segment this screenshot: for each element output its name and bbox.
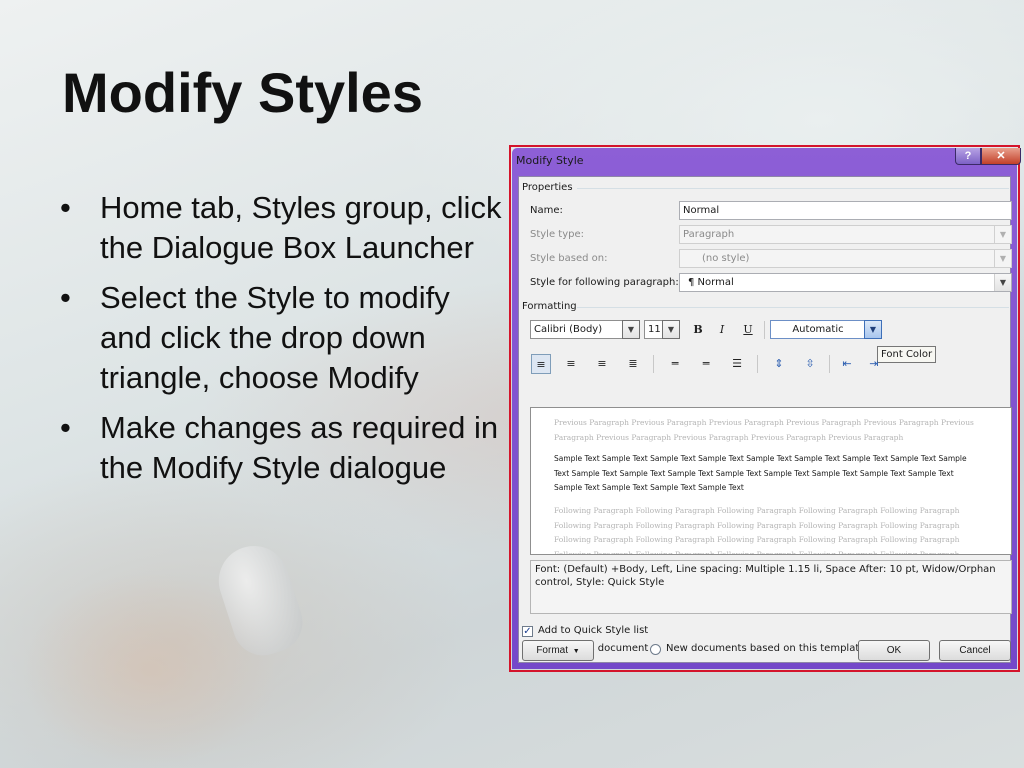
- ok-button[interactable]: OK: [858, 640, 930, 661]
- slide-title: Modify Styles: [62, 61, 423, 124]
- divider: [577, 188, 1009, 189]
- preview-following-paragraph: Following Paragraph Following Paragraph …: [554, 506, 960, 555]
- double-spacing-icon[interactable]: ☰: [727, 354, 747, 374]
- chevron-down-icon: ▼: [622, 320, 640, 339]
- divider: [577, 307, 1009, 308]
- formatting-group-label: Formatting: [522, 301, 577, 312]
- new-documents-label[interactable]: New documents based on this template: [666, 643, 865, 654]
- bullet-item: Make changes as required in the Modify S…: [60, 408, 510, 488]
- bullet-item: Select the Style to modify and click the…: [60, 278, 510, 398]
- divider: [829, 355, 830, 373]
- based-on-select[interactable]: (no style) ▼: [679, 249, 1012, 268]
- font-select[interactable]: Calibri (Body) ▼: [530, 320, 640, 339]
- align-right-icon[interactable]: ≡: [592, 354, 612, 374]
- style-description: Font: (Default) +Body, Left, Line spacin…: [530, 560, 1012, 614]
- close-button[interactable]: ✕: [981, 148, 1021, 165]
- style-preview: Previous Paragraph Previous Paragraph Pr…: [530, 407, 1012, 555]
- dialog-client: Properties Name: Normal Style type: Para…: [518, 176, 1012, 663]
- preview-previous-paragraph: Previous Paragraph Previous Paragraph Pr…: [554, 418, 974, 442]
- modify-style-dialog: Modify Style ? ✕ Properties Name: Normal…: [512, 148, 1021, 669]
- help-button[interactable]: ?: [955, 148, 981, 165]
- justify-icon[interactable]: ≣: [623, 354, 643, 374]
- chevron-down-icon: ▼: [662, 320, 680, 339]
- font-color-tooltip: Font Color: [877, 346, 937, 363]
- align-center-icon[interactable]: ≡: [561, 354, 581, 374]
- based-on-label: Style based on:: [530, 253, 608, 264]
- name-input[interactable]: Normal: [679, 201, 1012, 220]
- single-spacing-icon[interactable]: ═: [665, 354, 685, 374]
- dialog-title: Modify Style: [516, 154, 584, 167]
- cancel-button[interactable]: Cancel: [939, 640, 1011, 661]
- font-color-select[interactable]: Automatic ▼: [770, 320, 882, 339]
- divider: [757, 355, 758, 373]
- one-half-spacing-icon[interactable]: ═: [696, 354, 716, 374]
- bullet-list: Home tab, Styles group, click the Dialog…: [60, 188, 510, 498]
- style-type-select[interactable]: Paragraph ▼: [679, 225, 1012, 244]
- format-button-label: Format: [536, 645, 568, 656]
- bold-button[interactable]: B: [688, 320, 708, 340]
- new-documents-radio[interactable]: [650, 644, 661, 655]
- italic-button[interactable]: I: [712, 320, 732, 340]
- decrease-indent-icon[interactable]: ⇤: [837, 354, 857, 374]
- chevron-down-icon: ▼: [994, 250, 1011, 267]
- format-button[interactable]: Format ▼: [522, 640, 594, 661]
- based-on-value: (no style): [702, 253, 750, 264]
- size-select[interactable]: 11 ▼: [644, 320, 680, 339]
- increase-spacing-icon[interactable]: ⇕: [769, 354, 789, 374]
- increase-indent-icon[interactable]: ⇥: [864, 354, 884, 374]
- chevron-down-icon: ▼: [994, 226, 1011, 243]
- caret-down-icon: ▼: [570, 648, 580, 655]
- following-value: ¶ Normal: [688, 277, 734, 288]
- add-quick-style-checkbox[interactable]: ✓: [522, 626, 533, 637]
- preview-sample-text: Sample Text Sample Text Sample Text Samp…: [554, 454, 967, 492]
- size-value: 11: [648, 324, 661, 335]
- style-type-label: Style type:: [530, 229, 585, 240]
- font-value: Calibri (Body): [534, 324, 603, 335]
- properties-group-label: Properties: [522, 182, 573, 193]
- chevron-down-icon: ▼: [994, 274, 1011, 291]
- bullet-item: Home tab, Styles group, click the Dialog…: [60, 188, 510, 268]
- align-left-icon[interactable]: ≡: [531, 354, 551, 374]
- name-label: Name:: [530, 205, 563, 216]
- decrease-spacing-icon[interactable]: ⇳: [800, 354, 820, 374]
- underline-button[interactable]: U: [738, 320, 758, 340]
- following-select[interactable]: ¶ Normal ▼: [679, 273, 1012, 292]
- add-quick-style-label[interactable]: Add to Quick Style list: [538, 625, 648, 636]
- font-color-value: Automatic: [792, 324, 844, 335]
- divider: [764, 321, 765, 339]
- following-label: Style for following paragraph:: [530, 277, 679, 288]
- dialog-titlebar[interactable]: Modify Style ? ✕: [512, 148, 1021, 172]
- divider: [653, 355, 654, 373]
- style-type-value: Paragraph: [683, 229, 735, 240]
- chevron-down-icon: ▼: [864, 320, 882, 339]
